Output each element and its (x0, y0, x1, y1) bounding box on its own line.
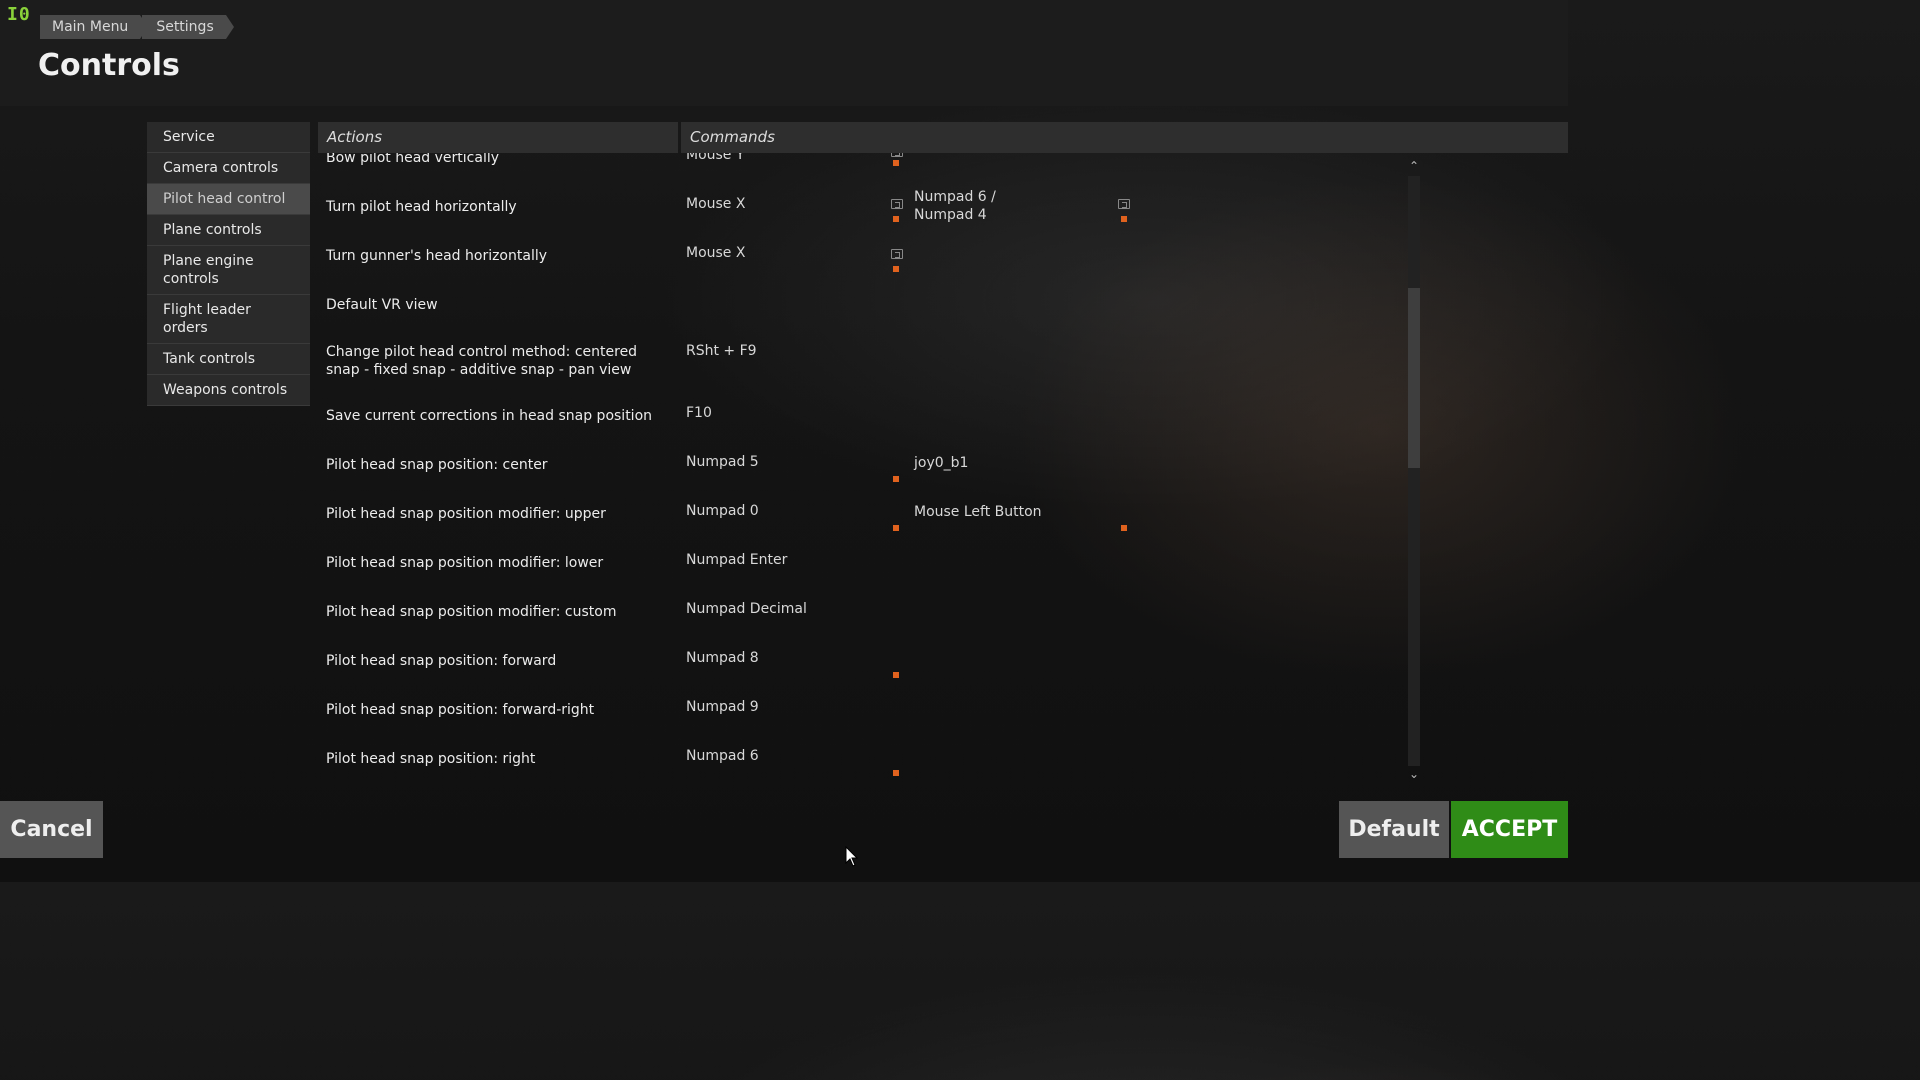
breadcrumb: Main Menu Settings (40, 15, 235, 39)
action-label: Turn pilot head horizontally (326, 199, 517, 215)
modifier-marker-icon (1121, 216, 1127, 222)
command-primary[interactable]: Mouse Y (686, 153, 744, 163)
action-label: Default VR view (326, 297, 438, 313)
breadcrumb-settings[interactable]: Settings (142, 15, 235, 39)
command-primary[interactable]: Mouse X (686, 245, 745, 261)
axis-icon (891, 153, 903, 157)
action-label: Change pilot head control method: center… (326, 344, 638, 378)
command-primary[interactable]: Numpad 8 (686, 650, 759, 666)
scrollbar-thumb[interactable] (1408, 288, 1420, 468)
logo: I0 (7, 4, 31, 25)
mouse-cursor-icon (845, 846, 859, 867)
command-primary[interactable]: Numpad 9 (686, 699, 759, 715)
modifier-marker-icon (893, 266, 899, 272)
category-sidebar: Service Camera controls Pilot head contr… (147, 122, 310, 406)
axis-icon (891, 249, 903, 259)
top-bar: I0 Main Menu Settings Controls (0, 0, 1568, 106)
action-label: Save current corrections in head snap po… (326, 408, 653, 424)
accept-button[interactable]: ACCEPT (1451, 801, 1568, 858)
sidebar-item-flight-leader-orders[interactable]: Flight leader orders (147, 295, 310, 344)
sidebar-item-pilot-head-control[interactable]: Pilot head control (147, 184, 310, 215)
breadcrumb-main-menu[interactable]: Main Menu (40, 15, 149, 39)
action-label: Pilot head snap position: center (326, 457, 548, 473)
action-label: Pilot head snap position: forward-right (326, 702, 595, 718)
action-label: Pilot head snap position modifier: upper (326, 506, 606, 522)
bindings-list: Bow pilot head vertically Mouse Y Turn p… (318, 153, 1408, 781)
table-row[interactable]: Pilot head snap position: right Numpad 6 (318, 742, 1408, 781)
actions-column-header: Actions (318, 122, 678, 153)
action-label: Pilot head snap position modifier: lower (326, 555, 604, 571)
table-row[interactable]: Bow pilot head vertically Mouse Y (318, 153, 1408, 190)
action-label: Pilot head snap position: right (326, 751, 536, 767)
modifier-marker-icon (893, 160, 899, 166)
command-primary[interactable]: Numpad Enter (686, 552, 787, 568)
cancel-button[interactable]: Cancel (0, 801, 103, 858)
command-primary[interactable]: Numpad 0 (686, 503, 759, 519)
command-primary[interactable]: Numpad 5 (686, 454, 759, 470)
table-row[interactable]: Pilot head snap position: forward Numpad… (318, 644, 1408, 693)
table-row[interactable]: Pilot head snap position: center Numpad … (318, 448, 1408, 497)
sidebar-item-camera-controls[interactable]: Camera controls (147, 153, 310, 184)
table-row[interactable]: Default VR view (318, 288, 1408, 337)
sidebar-item-plane-controls[interactable]: Plane controls (147, 215, 310, 246)
action-label: Bow pilot head vertically (326, 153, 500, 166)
command-primary[interactable]: Numpad Decimal (686, 601, 807, 617)
command-primary[interactable]: F10 (686, 405, 712, 421)
page-title: Controls (38, 48, 180, 83)
command-primary[interactable]: RSht + F9 (686, 343, 757, 359)
default-button[interactable]: Default (1339, 801, 1449, 858)
table-row[interactable]: Pilot head snap position modifier: custo… (318, 595, 1408, 644)
table-row[interactable]: Pilot head snap position modifier: upper… (318, 497, 1408, 546)
action-label: Pilot head snap position modifier: custo… (326, 604, 617, 620)
scrollbar-track[interactable] (1408, 176, 1420, 766)
command-secondary[interactable]: Mouse Left Button (914, 503, 1042, 521)
modifier-marker-icon (1121, 525, 1127, 531)
command-primary[interactable]: Mouse X (686, 196, 745, 212)
sidebar-item-tank-controls[interactable]: Tank controls (147, 344, 310, 375)
command-secondary[interactable]: Numpad 6 / Numpad 4 (914, 188, 1004, 224)
table-row[interactable]: Change pilot head control method: center… (318, 337, 1408, 399)
table-row[interactable]: Turn gunner's head horizontally Mouse X (318, 239, 1408, 288)
command-secondary[interactable]: joy0_b1 (914, 454, 968, 472)
modifier-marker-icon (893, 525, 899, 531)
scroll-up-icon[interactable]: ⌃ (1406, 160, 1422, 172)
action-label: Turn gunner's head horizontally (326, 248, 548, 264)
table-row[interactable]: Pilot head snap position: forward-right … (318, 693, 1408, 742)
action-label: Pilot head snap position: forward (326, 653, 557, 669)
modifier-marker-icon (893, 770, 899, 776)
sidebar-item-weapons-controls[interactable]: Weapons controls (147, 375, 310, 406)
table-row[interactable]: Save current corrections in head snap po… (318, 399, 1408, 448)
table-row[interactable]: Pilot head snap position modifier: lower… (318, 546, 1408, 595)
command-primary[interactable]: Numpad 6 (686, 748, 759, 764)
table-row[interactable]: Turn pilot head horizontally Mouse X Num… (318, 188, 1408, 239)
axis-icon (891, 199, 903, 209)
modifier-marker-icon (893, 672, 899, 678)
sidebar-item-plane-engine-controls[interactable]: Plane engine controls (147, 246, 310, 295)
modifier-marker-icon (893, 476, 899, 482)
axis-icon (1118, 199, 1130, 209)
sidebar-item-service[interactable]: Service (147, 122, 310, 153)
commands-column-header: Commands (681, 122, 1568, 153)
modifier-marker-icon (893, 216, 899, 222)
scroll-down-icon[interactable]: ⌄ (1406, 768, 1422, 780)
